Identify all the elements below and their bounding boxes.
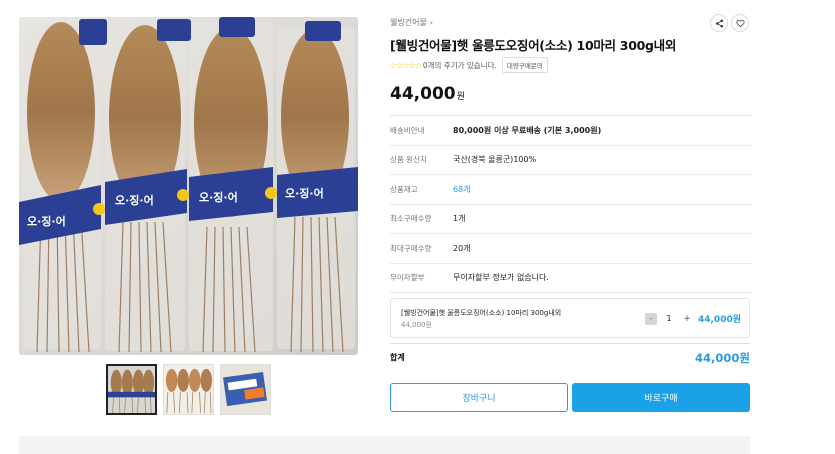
share-button[interactable] [710,14,728,32]
info-value: 무이자할부 정보가 없습니다. [453,273,549,283]
wishlist-button[interactable] [731,14,749,32]
price-value: 44,000 [390,84,456,104]
info-value: 국산(경북 울릉군)100% [453,155,537,165]
thumbnail-list [106,364,271,415]
product-info-table: 배송비안내 80,000원 이상 무료배송 (기본 3,000원) 상품 원산지… [390,115,752,293]
svg-text:오·징·어: 오·징·어 [285,186,324,200]
info-key: 최대구매수량 [390,243,432,253]
bulk-inquiry-button[interactable]: 대량구매문의 [501,57,548,73]
buy-now-button[interactable]: 바로구매 [572,383,750,412]
breadcrumb[interactable]: 웰빙건어물 › [390,17,433,28]
selected-option-box: [웰빙건어물]햇 울릉도오징어(소소) 10마리 300g내외 44,000원 … [390,298,750,338]
thumbnail-2[interactable] [163,364,214,415]
thumbnail-3[interactable] [220,364,271,415]
option-name: [웰빙건어물]햇 울릉도오징어(소소) 10마리 300g내외 [401,309,562,317]
price-unit: 원 [456,92,465,102]
share-icon [715,19,723,27]
info-value: 1개 [453,214,466,224]
info-key: 최소구매수량 [390,214,432,224]
info-key: 무이자할부 [390,273,425,283]
info-row-shipping: 배송비안내 80,000원 이상 무료배송 (기본 3,000원) [390,116,752,146]
svg-text:오·징·어: 오·징·어 [27,214,66,228]
info-key: 상품 원산지 [390,155,427,165]
thumbnail-1[interactable] [106,364,157,415]
info-row-stock: 상품재고 68개 [390,175,752,205]
total-label: 합계 [390,353,405,362]
option-price: 44,000원 [401,321,432,329]
info-value: 68개 [453,184,471,194]
product-title: [웰빙건어물]햇 울릉도오징어(소소) 10마리 300g내외 [390,38,677,53]
option-total-price: 44,000원 [697,315,741,325]
info-value: 20개 [453,243,471,253]
quantity-stepper: - 1 + [645,311,693,326]
svg-text:오·징·어: 오·징·어 [115,193,154,207]
chevron-right-icon: › [429,18,434,27]
breadcrumb-label: 웰빙건어물 [390,18,427,27]
info-row-origin: 상품 원산지 국산(경북 울릉군)100% [390,146,752,175]
product-price: 44,000원 [390,84,465,104]
quantity-value[interactable]: 1 [666,314,671,323]
quantity-decrease-button[interactable]: - [645,312,657,325]
info-key: 배송비안내 [390,125,425,135]
review-summary: ☆☆☆☆☆ 0개의 후기가 있습니다. 대량구매문의 [390,57,548,73]
info-key: 상품재고 [390,184,418,194]
total-row: 합계 44,000원 [390,343,750,371]
svg-text:오·징·어: 오·징·어 [199,190,238,204]
total-value: 44,000원 [695,350,750,365]
star-rating-icon: ☆☆☆☆☆ [390,60,422,70]
add-to-cart-button[interactable]: 장바구니 [390,383,568,412]
bottom-section-band [19,436,750,454]
info-row-installment: 무이자할부 무이자할부 정보가 없습니다. [390,264,752,293]
info-row-min-qty: 최소구매수량 1개 [390,205,752,234]
review-count-text[interactable]: 0개의 후기가 있습니다. [423,60,497,71]
info-row-max-qty: 최대구매수량 20개 [390,234,752,264]
heart-icon [735,19,745,27]
main-product-image: 오·징·어 오·징·어 오·징·어 오·징·어 [19,17,358,355]
quantity-increase-button[interactable]: + [681,313,693,325]
info-value: 80,000원 이상 무료배송 (기본 3,000원) [453,125,602,135]
